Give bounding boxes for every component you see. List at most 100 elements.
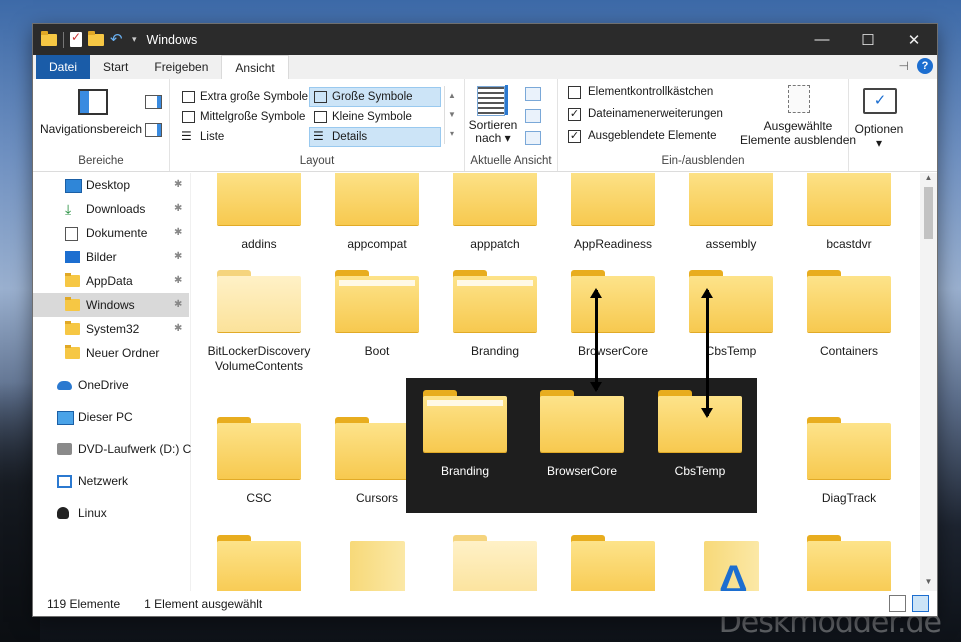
ribbon-tabs: Datei Start Freigeben Ansicht ⊣ ? <box>33 55 937 79</box>
nav-item-dokumente[interactable]: Dokumente ✱ <box>33 221 189 245</box>
navigation-pane-icon[interactable] <box>78 89 108 115</box>
customize-chevron-icon[interactable]: ▾ <box>132 34 137 45</box>
nav-item-dieser-pc[interactable]: Dieser PC <box>33 405 189 429</box>
undo-icon[interactable]: ↶ <box>110 31 126 48</box>
chevron-up-icon: ▲ <box>924 173 933 182</box>
size-columns-icon[interactable] <box>525 131 541 145</box>
folder-item[interactable]: AppReadiness <box>554 173 672 252</box>
folder-icon <box>65 297 80 311</box>
navigation-pane-button[interactable]: Navigationsbereich <box>39 122 143 136</box>
folder-icon <box>807 417 891 481</box>
layout-extra-large-icons[interactable]: Extra große Symbole <box>178 88 308 106</box>
maximize-button[interactable]: ☐ <box>845 24 891 55</box>
close-button[interactable]: ✕ <box>891 24 937 55</box>
hidden-items-toggle[interactable]: ✓ Ausgeblendete Elemente <box>568 127 717 145</box>
folder-item[interactable]: DiagTrack <box>790 417 908 506</box>
item-checkboxes-toggle[interactable]: Elementkontrollkästchen <box>568 83 713 101</box>
folder-icon <box>217 535 301 591</box>
folder-icon <box>349 535 405 591</box>
folder-item[interactable]: appcompat <box>318 173 436 252</box>
sort-icon[interactable] <box>477 86 505 116</box>
options-button[interactable]: Optionen ▾ <box>849 122 909 150</box>
properties-icon[interactable] <box>70 30 82 47</box>
folder-item[interactable]: apppatch <box>436 173 554 252</box>
hide-selected-icon[interactable] <box>788 85 810 113</box>
nav-item-windows[interactable]: Windows ✱ <box>33 293 189 317</box>
scroll-thumb <box>924 187 933 239</box>
sort-by-button[interactable]: Sortieren nach ▾ <box>467 119 519 145</box>
nav-item-desktop[interactable]: Desktop ✱ <box>33 173 189 197</box>
folder-item[interactable] <box>436 535 554 591</box>
folder-item[interactable] <box>554 535 672 591</box>
large-icons-view-icon[interactable] <box>912 595 929 612</box>
nav-item-onedrive[interactable]: OneDrive <box>33 373 189 397</box>
tab-datei[interactable]: Datei <box>36 55 91 79</box>
computer-icon <box>57 411 74 425</box>
folder-item[interactable]: BrowserCore <box>554 270 672 359</box>
group-layout: Extra große Symbole Große Symbole Mittel… <box>170 79 465 171</box>
folder-icon <box>540 390 624 454</box>
folder-icon <box>689 270 773 334</box>
pin-icon: ✱ <box>174 179 183 190</box>
new-folder-icon[interactable] <box>88 30 104 46</box>
nav-item-system32[interactable]: System32 ✱ <box>33 317 189 341</box>
checkbox-checked: ✓ <box>568 108 581 121</box>
minimize-button[interactable]: — <box>799 24 845 55</box>
preview-pane-icon[interactable] <box>145 95 162 109</box>
tab-freigeben[interactable]: Freigeben <box>141 55 221 79</box>
layout-details[interactable]: Details <box>309 127 441 147</box>
help-icon[interactable]: ? <box>917 58 933 74</box>
tab-ansicht[interactable]: Ansicht <box>221 55 289 79</box>
add-columns-icon[interactable] <box>525 109 541 123</box>
details-pane-icon[interactable] <box>145 123 162 137</box>
selection-count: 1 Element ausgewählt <box>144 596 263 611</box>
nav-item-bilder[interactable]: Bilder ✱ <box>33 245 189 269</box>
layout-small-icons[interactable]: Kleine Symbole <box>310 108 440 126</box>
tab-start[interactable]: Start <box>90 55 141 79</box>
folder-item[interactable]: bcastdvr <box>790 173 908 252</box>
layout-list[interactable]: Liste <box>178 127 308 146</box>
dvd-icon <box>57 443 72 455</box>
folder-item[interactable]: CbsTemp <box>672 270 790 359</box>
double-arrow-icon <box>590 288 602 392</box>
layout-medium-icons[interactable]: Mittelgroße Symbole <box>178 108 308 126</box>
pin-ribbon-icon[interactable]: ⊣ <box>899 59 909 73</box>
folder-icon <box>217 173 301 227</box>
details-view-icon[interactable] <box>889 595 906 612</box>
folder-item[interactable] <box>790 535 908 591</box>
nav-item-dvd[interactable]: DVD-Laufwerk (D:) C <box>33 437 191 461</box>
folder-icon <box>571 173 655 227</box>
app-logo-icon: Δ <box>719 558 748 591</box>
folder-item[interactable] <box>318 535 436 591</box>
group-label: Ein-/ausblenden <box>661 155 745 167</box>
vertical-scrollbar[interactable]: ▲ ▼ <box>920 173 937 591</box>
folder-icon <box>571 270 655 334</box>
nav-item-downloads[interactable]: ⤓ Downloads ✱ <box>33 197 189 221</box>
nav-item-linux[interactable]: Linux <box>33 501 189 525</box>
separator <box>63 31 64 48</box>
group-by-icon[interactable] <box>525 87 541 101</box>
file-extensions-toggle[interactable]: ✓ Dateinamenerweiterungen <box>568 105 723 123</box>
folder-item[interactable]: Boot <box>318 270 436 359</box>
options-icon[interactable]: ✓ <box>863 88 897 114</box>
network-icon <box>57 475 72 488</box>
folder-item[interactable]: addins <box>200 173 318 252</box>
status-bar: 119 Elemente 1 Element ausgewählt <box>33 591 937 616</box>
hide-selected-button[interactable]: Ausgewählte Elemente ausblenden <box>738 119 858 147</box>
folder-item[interactable]: Containers <box>790 270 908 359</box>
group-show-hide: Elementkontrollkästchen ✓ Dateinamenerwei… <box>558 79 856 171</box>
folder-icon <box>65 273 80 287</box>
folder-item[interactable]: Branding <box>436 270 554 359</box>
folder-item[interactable]: CSC <box>200 417 318 506</box>
nav-item-appdata[interactable]: AppData ✱ <box>33 269 189 293</box>
nav-item-neuer-ordner[interactable]: Neuer Ordner <box>33 341 189 365</box>
folder-item[interactable] <box>200 535 318 591</box>
nav-item-netzwerk[interactable]: Netzwerk <box>33 469 189 493</box>
layout-large-icons[interactable]: Große Symbole <box>309 87 441 107</box>
folder-item[interactable]: BitLockerDiscoveryVolumeContents <box>200 270 318 374</box>
folder-item[interactable]: assembly <box>672 173 790 252</box>
navigation-pane: Desktop ✱ ⤓ Downloads ✱ Dokumente ✱ Bilder ✱ … <box>33 173 191 591</box>
layout-scroll[interactable]: ▲ ▼ ▾ <box>444 86 459 144</box>
folder-icon <box>65 345 80 359</box>
folder-icon <box>453 270 537 334</box>
